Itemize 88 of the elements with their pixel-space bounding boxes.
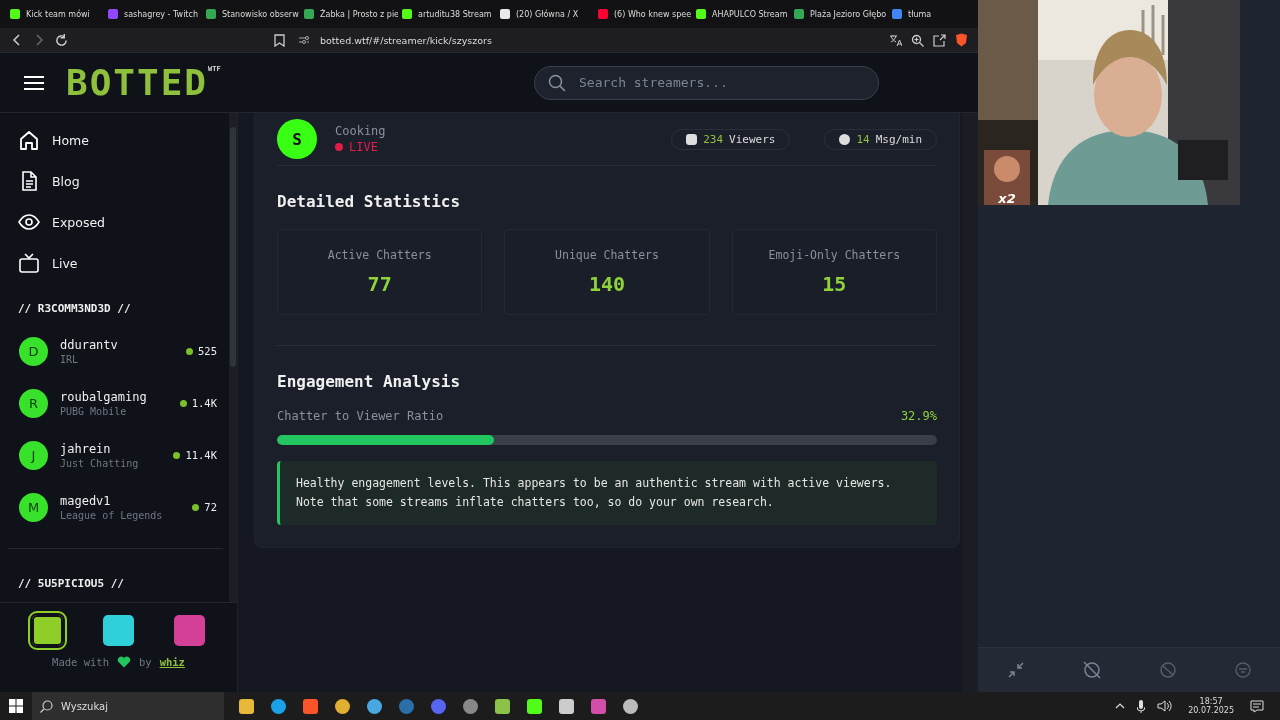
nav-link[interactable]: Exposed <box>18 211 198 233</box>
speaker-icon[interactable] <box>1157 700 1173 712</box>
browser-tab[interactable]: sashagrey - Twitch <box>104 9 202 19</box>
nav-link[interactable]: Live <box>18 252 198 274</box>
streamer-item[interactable]: M magedv1 League of Legends 72 <box>19 491 217 523</box>
heart-icon <box>116 656 131 668</box>
streamer-avatar: M <box>19 492 48 522</box>
ratio-label: Chatter to Viewer Ratio <box>277 409 444 423</box>
live-dot-icon <box>192 503 200 511</box>
stat-label: Active Chatters <box>327 248 432 262</box>
live-dot-icon <box>173 451 181 459</box>
streamer-name: ddurantv <box>60 337 119 352</box>
stat-label: Emoji-Only Chatters <box>768 248 901 262</box>
search-icon <box>548 73 566 92</box>
site-settings-icon[interactable] <box>298 35 310 45</box>
chevron-icon[interactable] <box>1115 703 1126 709</box>
site-logo[interactable]: BOTTED <box>66 64 209 101</box>
browser-tab[interactable]: (6) Who knew spee <box>594 9 692 19</box>
browser-tab[interactable]: Stanowisko obserw <box>202 9 300 19</box>
browser-tab[interactable]: AHAPULCO Stream <box>692 9 790 19</box>
tv-icon <box>18 252 40 274</box>
nav-link[interactable]: Home <box>18 129 198 151</box>
search-field[interactable]: Search streamers... <box>534 65 879 100</box>
streamer-category: League of Legends <box>60 509 164 521</box>
stat-value: 140 <box>588 272 626 296</box>
browser-tab[interactable]: Plaża Jezioro Głębo <box>790 9 888 19</box>
streamer-category: Just Chatting <box>60 457 140 469</box>
section-heading: // 5U5PICIOU5 // <box>17 577 125 590</box>
streamer-name: roubalgaming <box>60 389 148 404</box>
streamer-category: PUBG Mobile <box>60 405 128 417</box>
live-dot-icon <box>186 347 194 355</box>
share-icon[interactable] <box>930 31 948 49</box>
viewer-count: 525 <box>198 345 217 357</box>
author-link[interactable]: whiz <box>159 656 185 668</box>
viewer-count: 11.4K <box>185 449 217 461</box>
ratio-value: 32.9% <box>900 409 937 423</box>
section-heading: // R3COMM3ND3D // <box>17 302 132 315</box>
streamer-item[interactable]: R roubalgaming PUBG Mobile 1.4K <box>19 387 217 419</box>
streamer-name: jahrein <box>60 441 112 456</box>
home-icon <box>18 129 40 151</box>
camera-off-icon[interactable] <box>1082 661 1101 679</box>
streamer-item[interactable]: J jahrein Just Chatting 11.4K <box>19 439 217 471</box>
theme-swatch[interactable] <box>103 615 134 646</box>
eye-icon <box>18 211 40 233</box>
emote-badge: x2 <box>984 150 1030 205</box>
notification-icon[interactable] <box>1250 699 1264 713</box>
browser-tab[interactable]: Żabka | Prosto z pie <box>300 9 398 19</box>
taskbar-search[interactable]: Wyszukaj <box>32 692 224 720</box>
streamer-avatar: D <box>19 336 48 366</box>
app-icon[interactable] <box>494 698 510 714</box>
streamer-avatar: R <box>19 388 48 418</box>
section-title: Detailed Statistics <box>277 192 462 211</box>
scrollbar-track[interactable] <box>962 113 978 692</box>
live-status: LIVE <box>349 140 378 154</box>
live-dot-icon <box>179 399 187 407</box>
footer-text: Made with <box>52 656 109 668</box>
menu-icon[interactable] <box>24 74 44 91</box>
browser-tab[interactable]: Kick team mówi <box>6 9 104 19</box>
scrollbar-thumb[interactable] <box>230 127 236 367</box>
browser-tab[interactable]: artuditu38 Stream <box>398 9 496 19</box>
theme-swatch[interactable] <box>174 615 205 646</box>
app-icon[interactable] <box>526 698 542 714</box>
viewer-count: 72 <box>204 501 217 513</box>
clock-time[interactable]: 18:57 <box>1199 697 1223 706</box>
footer-text: by <box>138 656 152 668</box>
stat-value: 15 <box>822 272 847 296</box>
streamer-avatar: S <box>277 119 317 159</box>
minimize-icon[interactable] <box>1007 662 1024 678</box>
browser-tab[interactable]: (20) Główna / X <box>496 9 594 19</box>
engagement-message: Healthy engagement levels. This appears to be an authentic stream with active viewers. Note that some streams inflate chatters too, so do your own research. <box>277 461 937 525</box>
section-title: Engagement Analysis <box>277 372 462 391</box>
streamer-name: magedv1 <box>60 493 112 508</box>
stat-label: Unique Chatters <box>555 248 659 262</box>
streamer-category: IRL <box>60 353 80 365</box>
nav-link[interactable]: Blog <box>18 170 198 192</box>
stat-value: 77 <box>367 272 392 296</box>
app-icon[interactable] <box>622 698 638 714</box>
address-bar[interactable]: botted.wtf/#/streamer/kick/szyszors <box>292 30 882 50</box>
browser-tab[interactable]: tłuma <box>888 9 936 19</box>
stream-category: Cooking <box>335 124 386 138</box>
streamer-avatar: J <box>19 440 48 470</box>
clock-date[interactable]: 20.07.2025 <box>1188 706 1234 715</box>
search-icon <box>40 699 53 713</box>
viewer-count: 1.4K <box>191 397 217 409</box>
live-dot-icon <box>335 143 343 151</box>
app-icon[interactable] <box>366 698 382 714</box>
streamer-item[interactable]: D ddurantv IRL 525 <box>19 335 217 367</box>
microphone-icon[interactable] <box>1137 699 1146 713</box>
